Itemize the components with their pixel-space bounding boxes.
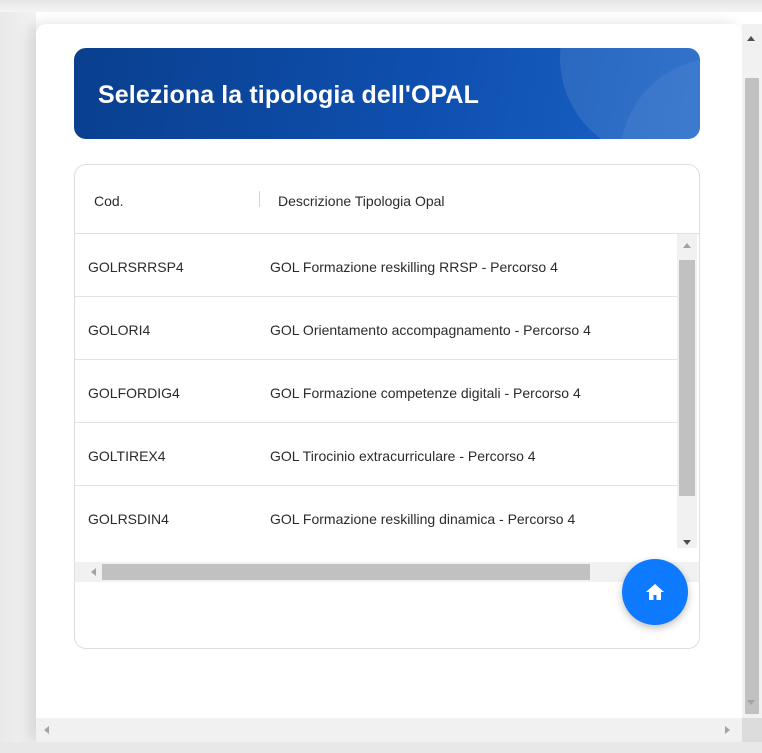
cell-code: GOLTIREX4 (88, 448, 166, 464)
scrollbar-corner (742, 718, 762, 742)
column-resize-handle[interactable] (259, 191, 260, 207)
table-row[interactable]: GOLRSDIN4 GOL Formazione reskilling dina… (75, 486, 677, 548)
table-row[interactable]: GOLRSRRSP4 GOL Formazione reskilling RRS… (75, 234, 677, 297)
overlay-top-strip (0, 0, 762, 12)
scroll-up-arrow-icon[interactable] (683, 243, 691, 248)
scroll-down-arrow-icon[interactable] (747, 700, 755, 705)
scrollbar-thumb[interactable] (102, 564, 590, 580)
dialog-horizontal-scrollbar[interactable] (36, 718, 742, 742)
cell-code: GOLRSDIN4 (88, 511, 169, 527)
table-row[interactable]: GOLORI4 GOL Orientamento accompagnamento… (75, 297, 677, 360)
table-vertical-scrollbar[interactable] (677, 234, 697, 548)
table-body: GOLRSRRSP4 GOL Formazione reskilling RRS… (75, 234, 699, 548)
table-row[interactable]: GOLFORDIG4 GOL Formazione competenze dig… (75, 360, 677, 423)
scroll-left-arrow-icon[interactable] (44, 726, 49, 734)
table-horizontal-scrollbar[interactable] (75, 562, 699, 582)
cell-description: GOL Orientamento accompagnamento - Perco… (270, 322, 591, 338)
scrollbar-thumb[interactable] (679, 260, 695, 496)
cell-description: GOL Tirocinio extracurriculare - Percors… (270, 448, 536, 464)
cell-description: GOL Formazione competenze digitali - Per… (270, 385, 581, 401)
home-button[interactable] (622, 559, 688, 625)
dialog-title: Seleziona la tipologia dell'OPAL (98, 81, 479, 109)
home-icon (646, 584, 664, 600)
table-header: Cod. Descrizione Tipologia Opal (75, 165, 699, 234)
table-row[interactable]: GOLTIREX4 GOL Tirocinio extracurriculare… (75, 423, 677, 486)
scrollbar-thumb[interactable] (745, 78, 759, 714)
column-header-description[interactable]: Descrizione Tipologia Opal (278, 193, 445, 209)
scroll-up-arrow-icon[interactable] (747, 36, 755, 41)
cell-description: GOL Formazione reskilling dinamica - Per… (270, 511, 576, 527)
cell-code: GOLFORDIG4 (88, 385, 180, 401)
scroll-down-arrow-icon[interactable] (683, 540, 691, 545)
dialog-header-banner: Seleziona la tipologia dell'OPAL (74, 48, 700, 139)
dialog-vertical-scrollbar[interactable] (742, 24, 762, 718)
column-header-code[interactable]: Cod. (94, 193, 124, 209)
overlay-bottom-strip (0, 742, 762, 753)
scroll-left-arrow-icon[interactable] (91, 568, 96, 576)
opal-type-table: Cod. Descrizione Tipologia Opal GOLRSRRS… (74, 164, 700, 649)
scroll-right-arrow-icon[interactable] (725, 726, 730, 734)
cell-code: GOLRSRRSP4 (88, 259, 184, 275)
cell-code: GOLORI4 (88, 322, 151, 338)
overlay-left-strip (0, 12, 36, 753)
cell-description: GOL Formazione reskilling RRSP - Percors… (270, 259, 558, 275)
